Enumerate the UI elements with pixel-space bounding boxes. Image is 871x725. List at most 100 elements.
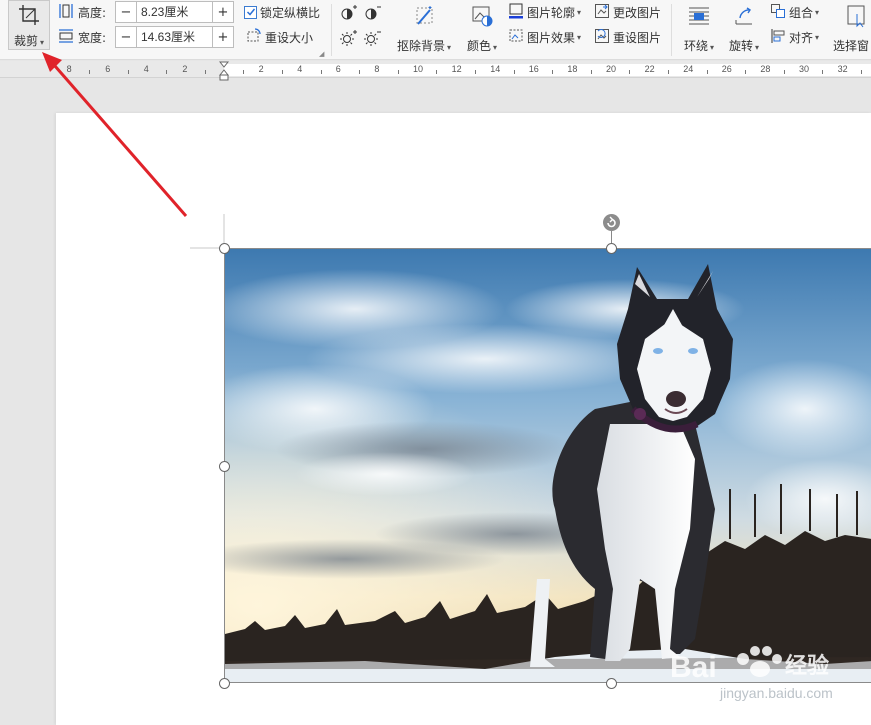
change-picture-button[interactable]: 更改图片 xyxy=(594,3,662,22)
indent-marker-icon[interactable] xyxy=(218,61,230,85)
watermark-url: jingyan.baidu.com xyxy=(720,685,833,701)
resize-handle-middle-left[interactable] xyxy=(219,461,230,472)
ruler-number: 10 xyxy=(413,64,424,74)
chevron-down-icon[interactable]: ▾ xyxy=(447,43,451,52)
ruler-number: 4 xyxy=(297,64,303,74)
ruler-number: 6 xyxy=(335,64,341,74)
ruler-number: 14 xyxy=(490,64,501,74)
reset-picture-button[interactable]: 重设图片 xyxy=(594,28,662,45)
ruler-number: 18 xyxy=(567,64,578,74)
ruler-tick xyxy=(745,70,747,74)
group-button[interactable]: 组合 ▾ xyxy=(770,3,819,22)
increase-brightness-icon[interactable] xyxy=(340,30,358,50)
height-decrease-button[interactable]: − xyxy=(116,2,136,22)
ruler-tick xyxy=(320,70,322,74)
wrap-button[interactable]: 环绕 ▾ xyxy=(678,0,720,54)
ruler-tick xyxy=(860,70,862,74)
rotate-handle[interactable] xyxy=(603,214,620,231)
ruler-tick xyxy=(397,70,399,74)
reset-size-label: 重设大小 xyxy=(265,30,314,45)
ruler-tick xyxy=(243,70,245,74)
ruler-number: 32 xyxy=(837,64,848,74)
ruler-number: 20 xyxy=(606,64,617,74)
watermark-brand-suffix: 经验 xyxy=(785,653,829,679)
color-button[interactable]: 颜色 ▾ xyxy=(462,0,502,54)
group-icon xyxy=(770,3,786,22)
reset-picture-label: 重设图片 xyxy=(613,30,662,45)
change-picture-label: 更改图片 xyxy=(613,5,662,20)
divider xyxy=(331,4,332,56)
ruler-tick xyxy=(629,70,631,74)
wrap-label: 环绕 xyxy=(683,39,708,53)
rotate-handle-line xyxy=(611,231,612,243)
chevron-down-icon[interactable]: ▾ xyxy=(577,33,581,42)
resize-handle-top-left[interactable] xyxy=(219,243,230,254)
lock-aspect-ratio-checkbox[interactable]: 锁定纵横比 xyxy=(244,4,320,20)
husky-image: Bai 经验 xyxy=(225,249,871,682)
ruler-tick xyxy=(590,70,592,74)
height-increase-button[interactable]: + xyxy=(213,2,233,22)
size-group-expand-icon[interactable]: ◢ xyxy=(319,50,324,58)
selection-pane-button[interactable]: 选择窗 xyxy=(833,0,871,54)
selection-pane-label: 选择窗 xyxy=(833,39,870,53)
reset-size-button[interactable]: 重设大小 xyxy=(246,27,314,47)
reset-size-icon xyxy=(246,27,262,47)
ruler-tick xyxy=(281,70,283,74)
ruler-tick xyxy=(436,70,438,74)
ruler-number: 22 xyxy=(644,64,655,74)
width-label-group: 宽度: xyxy=(58,28,106,46)
height-input[interactable]: 8.23厘米 xyxy=(136,2,213,22)
increase-contrast-icon[interactable] xyxy=(340,5,358,25)
checkbox-checked-icon[interactable] xyxy=(244,5,257,19)
magic-wand-icon xyxy=(412,4,436,32)
height-stepper[interactable]: − 8.23厘米 + xyxy=(115,1,234,23)
crop-icon xyxy=(18,4,40,30)
resize-handle-top-middle[interactable] xyxy=(606,243,617,254)
ruler-number: 16 xyxy=(528,64,539,74)
width-decrease-button[interactable]: − xyxy=(116,27,136,47)
ruler-tick xyxy=(204,70,206,74)
chevron-down-icon[interactable]: ▾ xyxy=(493,43,497,52)
selection-pane-icon xyxy=(845,4,869,32)
resize-handle-bottom-left[interactable] xyxy=(219,678,230,689)
crop-label: 裁剪 xyxy=(13,34,38,48)
rotate-button[interactable]: 旋转 ▾ xyxy=(724,0,764,54)
height-icon xyxy=(58,3,74,22)
chevron-down-icon[interactable]: ▾ xyxy=(710,43,714,52)
picture-effects-label: 图片效果 xyxy=(527,30,576,45)
remove-background-button[interactable]: 抠除背景 ▾ xyxy=(394,0,454,54)
chevron-down-icon[interactable]: ▾ xyxy=(755,43,759,52)
ruler-number: 24 xyxy=(683,64,694,74)
picture-effects-button[interactable]: 图片效果 ▾ xyxy=(508,29,581,45)
ruler-tick xyxy=(513,70,515,74)
ruler-tick xyxy=(474,70,476,74)
width-stepper[interactable]: − 14.63厘米 + xyxy=(115,26,234,48)
align-button[interactable]: 对齐 ▾ xyxy=(770,28,819,45)
change-picture-icon xyxy=(594,3,610,22)
width-increase-button[interactable]: + xyxy=(213,27,233,47)
chevron-down-icon[interactable]: ▾ xyxy=(40,38,44,47)
ruler-tick xyxy=(667,70,669,74)
chevron-down-icon[interactable]: ▾ xyxy=(815,33,819,42)
resize-handle-bottom-middle[interactable] xyxy=(606,678,617,689)
divider xyxy=(671,4,672,56)
width-input[interactable]: 14.63厘米 xyxy=(136,27,213,47)
remove-background-label: 抠除背景 xyxy=(396,39,445,53)
wrap-text-icon xyxy=(687,4,711,32)
align-label: 对齐 xyxy=(789,30,814,45)
chevron-down-icon[interactable]: ▾ xyxy=(815,8,819,17)
ruler-tick xyxy=(359,70,361,74)
crop-button[interactable]: 裁剪 ▾ xyxy=(8,0,50,50)
picture-outline-label: 图片轮廓 xyxy=(527,5,576,20)
ruler-tick xyxy=(822,70,824,74)
ruler-tick xyxy=(783,70,785,74)
ruler-tick xyxy=(552,70,554,74)
picture-outline-button[interactable]: 图片轮廓 ▾ xyxy=(508,3,581,20)
picture-effects-icon xyxy=(508,28,524,47)
decrease-contrast-icon[interactable] xyxy=(364,5,382,25)
decrease-brightness-icon[interactable] xyxy=(364,30,382,50)
husky-photo[interactable]: Bai 经验 xyxy=(224,248,871,683)
red-annotation-arrow xyxy=(42,52,188,217)
lock-aspect-ratio-label: 锁定纵横比 xyxy=(260,5,321,20)
chevron-down-icon[interactable]: ▾ xyxy=(577,8,581,17)
